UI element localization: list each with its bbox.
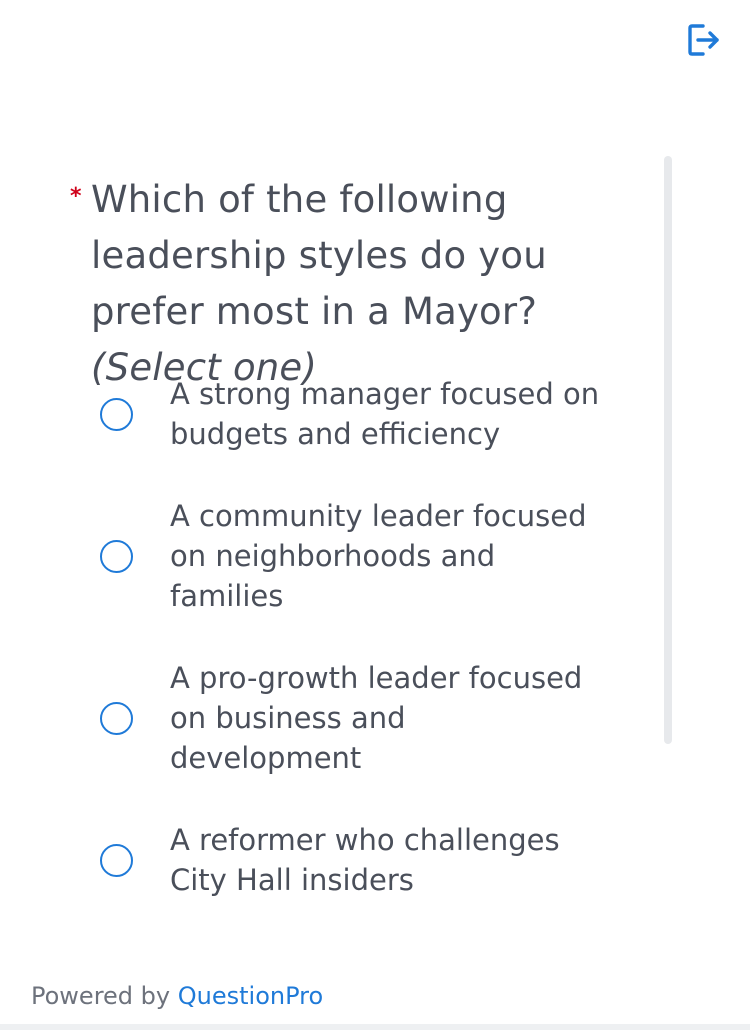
radio-button[interactable] (100, 702, 133, 735)
option-label: A strong manager focused on budgets and … (170, 377, 600, 451)
option-reformer[interactable]: A reformer who challenges City Hall insi… (100, 820, 620, 902)
question-text: Which of the following leadership styles… (91, 178, 547, 333)
question-title: Which of the following leadership styles… (91, 172, 660, 396)
footer: Powered by QuestionPro (0, 962, 750, 1030)
option-strong-manager[interactable]: A strong manager focused on budgets and … (100, 374, 620, 456)
radio-button[interactable] (100, 540, 133, 573)
required-indicator: * (70, 184, 82, 209)
exit-icon (688, 24, 719, 56)
option-pro-growth-leader[interactable]: A pro-growth leader focused on business … (100, 658, 620, 780)
option-label: A pro-growth leader focused on business … (170, 661, 583, 775)
option-label: A reformer who challenges City Hall insi… (170, 823, 560, 897)
powered-by-label: Powered by (31, 982, 171, 1010)
option-community-leader[interactable]: A community leader focused on neighborho… (100, 496, 620, 618)
option-label: A community leader focused on neighborho… (170, 499, 587, 613)
question-block: * Which of the following leadership styl… (70, 172, 660, 396)
radio-button[interactable] (100, 398, 133, 431)
questionpro-link[interactable]: QuestionPro (178, 982, 323, 1010)
scrollbar[interactable] (664, 156, 672, 744)
exit-button[interactable] (686, 22, 722, 58)
radio-button[interactable] (100, 844, 133, 877)
powered-by: Powered by QuestionPro (31, 982, 323, 1010)
